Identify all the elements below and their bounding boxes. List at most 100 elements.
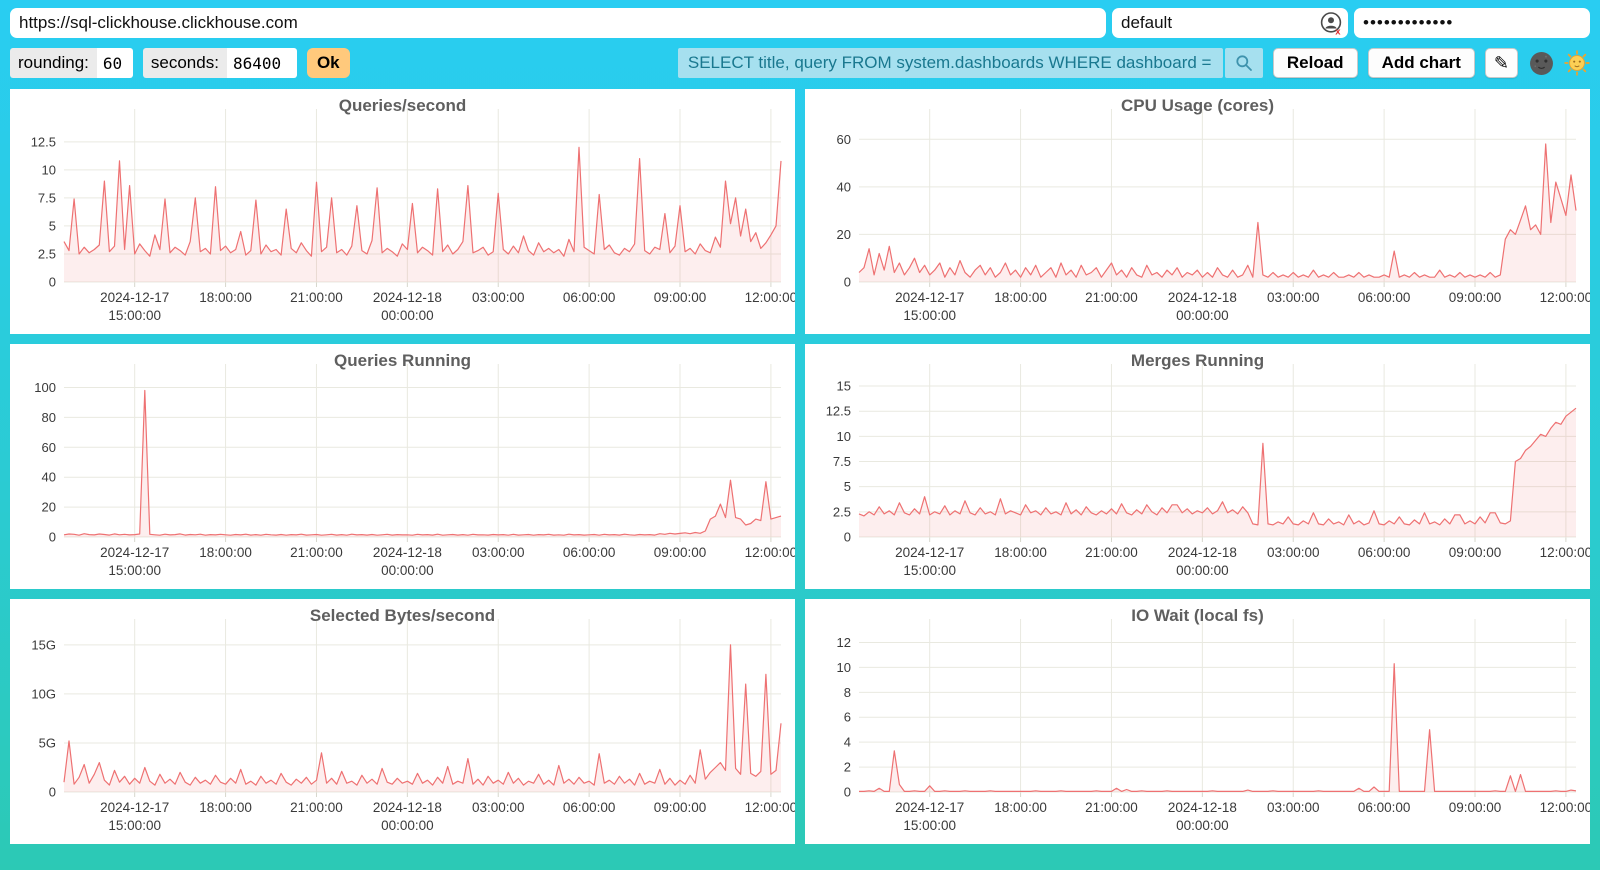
svg-text:03:00:00: 03:00:00	[1267, 290, 1320, 305]
svg-text:09:00:00: 09:00:00	[1449, 545, 1502, 560]
svg-text:0: 0	[49, 530, 56, 545]
svg-text:03:00:00: 03:00:00	[472, 290, 525, 305]
svg-text:12:00:00: 12:00:00	[1540, 545, 1590, 560]
svg-text:2024-12-18: 2024-12-18	[373, 800, 442, 815]
svg-text:6: 6	[844, 710, 851, 725]
light-theme-toggle[interactable]	[1564, 50, 1590, 76]
password-input[interactable]	[1354, 8, 1590, 38]
svg-text:2024-12-17: 2024-12-17	[100, 545, 169, 560]
chart-title: IO Wait (local fs)	[805, 606, 1590, 626]
svg-text:5: 5	[49, 218, 56, 233]
svg-text:06:00:00: 06:00:00	[563, 290, 616, 305]
chart-plot-queries-running[interactable]: 2024-12-1715:00:0018:00:0021:00:002024-1…	[10, 344, 795, 589]
svg-text:09:00:00: 09:00:00	[1449, 290, 1502, 305]
svg-text:00:00:00: 00:00:00	[381, 563, 434, 578]
svg-text:8: 8	[844, 685, 851, 700]
search-button[interactable]	[1225, 48, 1263, 78]
dashboard-query-input[interactable]	[678, 48, 1223, 78]
svg-text:20: 20	[837, 227, 851, 242]
svg-text:03:00:00: 03:00:00	[472, 800, 525, 815]
user-input[interactable]	[1112, 8, 1348, 38]
chart-title: Merges Running	[805, 351, 1590, 371]
svg-text:100: 100	[34, 380, 56, 395]
svg-text:20: 20	[42, 500, 56, 515]
url-input[interactable]	[10, 8, 1106, 38]
svg-text:06:00:00: 06:00:00	[1358, 290, 1411, 305]
chart-card-selected-bytes: Selected Bytes/second 2024-12-17 15:00:00…	[10, 599, 795, 844]
seconds-label: seconds:	[143, 48, 227, 78]
svg-text:10: 10	[837, 660, 851, 675]
toolbar-row-connection: x	[0, 0, 1600, 38]
svg-text:00:00:00: 00:00:00	[1176, 818, 1229, 833]
chart-plot-io-wait[interactable]: 2024-12-1715:00:0018:00:0021:00:002024-1…	[805, 599, 1590, 844]
svg-text:5: 5	[844, 479, 851, 494]
chart-plot-selected-bytes[interactable]: 2024-12-17 15:00:00 18:00:00 21:00:00 2024-1…	[10, 599, 795, 844]
svg-text:18:00:00: 18:00:00	[199, 545, 252, 560]
seconds-input[interactable]	[227, 48, 297, 78]
svg-text:2024-12-18: 2024-12-18	[373, 290, 442, 305]
chart-card-merges-running: Merges Running 2024-12-1715:00:0018:00:0…	[805, 344, 1590, 589]
svg-text:2.5: 2.5	[38, 246, 56, 261]
svg-text:15:00:00: 15:00:00	[903, 308, 956, 323]
chart-title: Selected Bytes/second	[10, 606, 795, 626]
svg-text:40: 40	[837, 179, 851, 194]
svg-text:09:00:00: 09:00:00	[654, 545, 707, 560]
svg-text:00:00:00: 00:00:00	[1176, 308, 1229, 323]
svg-text:2024-12-18: 2024-12-18	[1168, 290, 1237, 305]
reload-button[interactable]: Reload	[1273, 48, 1358, 78]
sun-face-icon	[1564, 50, 1590, 76]
svg-text:18:00:00: 18:00:00	[199, 800, 252, 815]
svg-text:15:00:00: 15:00:00	[108, 563, 161, 578]
svg-text:12.5: 12.5	[31, 134, 56, 149]
svg-text:03:00:00: 03:00:00	[1267, 800, 1320, 815]
moon-face-icon	[1529, 51, 1554, 76]
rounding-param: rounding:	[10, 48, 133, 78]
edit-button[interactable]: ✎	[1485, 48, 1518, 78]
svg-text:06:00:00: 06:00:00	[563, 800, 616, 815]
rounding-label: rounding:	[10, 48, 97, 78]
svg-text:21:00:00: 21:00:00	[1085, 290, 1138, 305]
ok-button[interactable]: Ok	[307, 48, 350, 78]
svg-text:10G: 10G	[31, 686, 56, 701]
svg-text:2024-12-17: 2024-12-17	[895, 800, 964, 815]
svg-text:00:00:00: 00:00:00	[381, 818, 434, 833]
password-manager-user-icon[interactable]: x	[1319, 11, 1343, 35]
svg-text:15:00:00: 15:00:00	[108, 818, 161, 833]
svg-text:12:00:00: 12:00:00	[1540, 800, 1590, 815]
svg-text:0: 0	[844, 275, 851, 290]
svg-text:18:00:00: 18:00:00	[994, 800, 1047, 815]
svg-text:18:00:00: 18:00:00	[199, 290, 252, 305]
add-chart-button[interactable]: Add chart	[1368, 48, 1475, 78]
svg-text:12:00:00: 12:00:00	[745, 545, 795, 560]
toolbar-row-controls: rounding: seconds: Ok Reload Add chart ✎	[0, 38, 1600, 79]
rounding-input[interactable]	[97, 48, 133, 78]
svg-text:2.5: 2.5	[833, 504, 851, 519]
svg-text:18:00:00: 18:00:00	[994, 545, 1047, 560]
svg-text:21:00:00: 21:00:00	[290, 290, 343, 305]
svg-text:09:00:00: 09:00:00	[654, 290, 707, 305]
chart-plot-cpu-usage[interactable]: 2024-12-1715:00:0018:00:0021:00:002024-1…	[805, 89, 1590, 334]
dark-theme-toggle[interactable]	[1528, 50, 1554, 76]
svg-text:2: 2	[844, 760, 851, 775]
svg-text:21:00:00: 21:00:00	[290, 800, 343, 815]
svg-text:15:00:00: 15:00:00	[108, 308, 161, 323]
svg-text:40: 40	[42, 470, 56, 485]
chart-card-cpu-usage: CPU Usage (cores) 2024-12-1715:00:0018:0…	[805, 89, 1590, 334]
chart-title: CPU Usage (cores)	[805, 96, 1590, 116]
svg-text:09:00:00: 09:00:00	[1449, 800, 1502, 815]
chart-plot-queries-per-second[interactable]: 2024-12-1715:00:0018:00:0021:00:002024-1…	[10, 89, 795, 334]
svg-text:2024-12-17: 2024-12-17	[100, 800, 169, 815]
svg-text:15:00:00: 15:00:00	[903, 563, 956, 578]
pencil-icon: ✎	[1494, 53, 1509, 73]
svg-text:12:00:00: 12:00:00	[745, 800, 795, 815]
chart-plot-merges-running[interactable]: 2024-12-1715:00:0018:00:0021:00:002024-1…	[805, 344, 1590, 589]
chart-title: Queries Running	[10, 351, 795, 371]
svg-text:12:00:00: 12:00:00	[745, 290, 795, 305]
chart-card-queries-per-second: Queries/second 2024-12-1715:00:0018:00:0…	[10, 89, 795, 334]
svg-text:15: 15	[837, 379, 851, 394]
chart-title: Queries/second	[10, 96, 795, 116]
svg-text:12:00:00: 12:00:00	[1540, 290, 1590, 305]
svg-text:7.5: 7.5	[833, 454, 851, 469]
svg-text:5G: 5G	[39, 735, 56, 750]
svg-text:00:00:00: 00:00:00	[1176, 563, 1229, 578]
